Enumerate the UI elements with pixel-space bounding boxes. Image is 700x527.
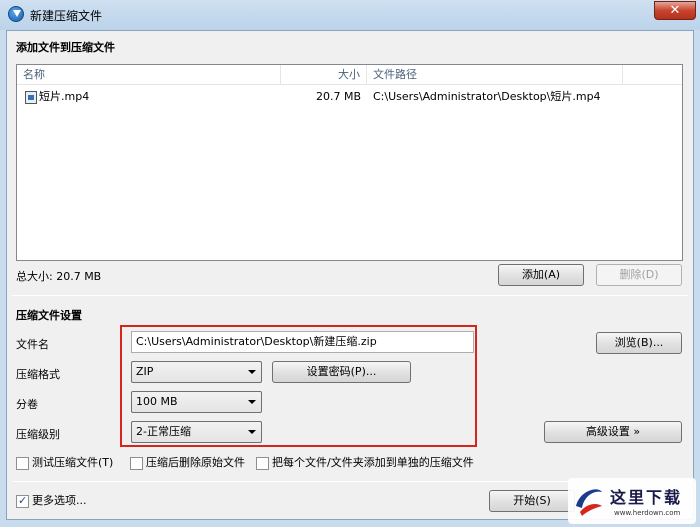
watermark-logo-icon (576, 489, 602, 516)
total-size-label: 总大小: 20.7 MB (16, 270, 102, 283)
file-list[interactable]: 名称 大小 文件路径 短片.mp4 20.7 MB C:\Users\Admin… (16, 64, 683, 261)
checkbox-label: 压缩后删除原始文件 (146, 456, 245, 469)
file-list-header: 名称 大小 文件路径 (17, 65, 682, 85)
highlight-box (120, 325, 477, 447)
more-options-toggle[interactable]: 更多选项... (16, 494, 87, 510)
delete-after-option[interactable]: 压缩后删除原始文件 (130, 456, 245, 472)
app-icon (8, 6, 24, 22)
checkbox-label: 把每个文件/文件夹添加到单独的压缩文件 (272, 456, 474, 469)
title-bar[interactable]: 新建压缩文件 ✕ (0, 0, 700, 30)
add-files-section-title: 添加文件到压缩文件 (16, 41, 115, 54)
browse-button[interactable]: 浏览(B)... (596, 332, 682, 354)
watermark-url: www.herdown.com (614, 509, 681, 517)
add-button[interactable]: 添加(A) (498, 264, 584, 286)
separate-archives-option[interactable]: 把每个文件/文件夹添加到单独的压缩文件 (256, 456, 474, 472)
file-size: 20.7 MB (315, 90, 361, 103)
filename-label: 文件名 (16, 338, 49, 351)
file-row[interactable]: 短片.mp4 20.7 MB C:\Users\Administrator\De… (17, 87, 682, 107)
watermark-text: 这里下载 (610, 488, 683, 507)
test-archive-option[interactable]: 测试压缩文件(T) (16, 456, 113, 472)
start-button[interactable]: 开始(S) (489, 490, 575, 512)
delete-button[interactable]: 删除(D) (596, 264, 682, 286)
column-header-path[interactable]: 文件路径 (367, 65, 623, 85)
checkbox[interactable] (256, 456, 269, 470)
window-title: 新建压缩文件 (30, 9, 103, 23)
watermark: 这里下载 www.herdown.com (568, 478, 696, 524)
checkbox[interactable] (130, 456, 143, 470)
format-label: 压缩格式 (16, 368, 60, 381)
file-path: C:\Users\Administrator\Desktop\短片.mp4 (373, 90, 601, 103)
file-name: 短片.mp4 (39, 90, 90, 103)
column-header-name[interactable]: 名称 (17, 65, 281, 85)
video-file-icon (25, 90, 37, 104)
close-button[interactable]: ✕ (654, 1, 696, 20)
more-options-label: 更多选项... (32, 494, 87, 507)
volume-label: 分卷 (16, 398, 38, 411)
divider (12, 295, 688, 296)
level-label: 压缩级别 (16, 428, 60, 441)
settings-section-title: 压缩文件设置 (16, 309, 82, 322)
checkbox-checked[interactable] (16, 494, 29, 508)
file-name-cell: 短片.mp4 (19, 87, 281, 107)
checkbox-label: 测试压缩文件(T) (32, 456, 114, 469)
column-header-size[interactable]: 大小 (281, 65, 367, 85)
checkbox[interactable] (16, 456, 29, 470)
advanced-settings-button[interactable]: 高级设置 » (544, 421, 682, 443)
